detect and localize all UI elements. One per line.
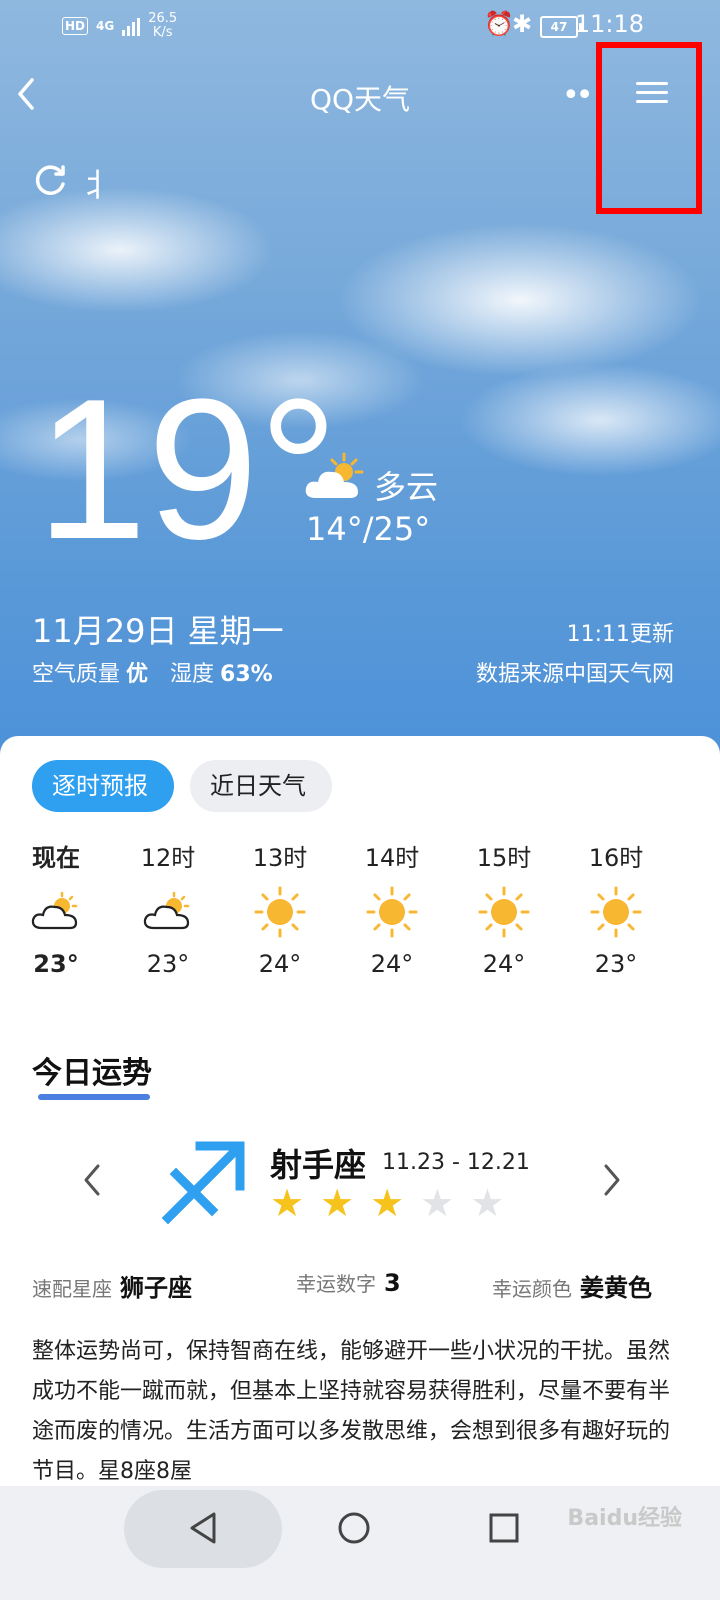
hd-indicator: HD: [62, 17, 89, 35]
watermark: Baidu经验: [567, 1506, 682, 1531]
square-recents-icon: [489, 1513, 519, 1543]
fortune-title: 今日运势: [32, 1056, 152, 1091]
data-source: 数据来源中国天气网: [475, 662, 674, 687]
current-date: 11月29日 星期一: [32, 612, 284, 650]
nav-home-button[interactable]: [334, 1508, 374, 1552]
network-speed: 26.5 K/s: [148, 12, 177, 40]
partly-cloudy-icon: [16, 882, 96, 942]
lucky-number-value: 3: [384, 1269, 401, 1297]
hour-label: 15时: [476, 844, 532, 872]
air-quality-value: 优: [126, 662, 149, 687]
battery-indicator: 47: [540, 16, 582, 38]
hour-temp: 23°: [146, 950, 190, 978]
sagittarius-icon: [160, 1138, 248, 1230]
air-quality-label: 空气质量: [32, 662, 121, 687]
hour-item: 15时 24°: [464, 838, 544, 978]
hour-item: 14时 24°: [352, 838, 432, 978]
circle-home-icon: [338, 1512, 370, 1544]
hour-label: 12时: [140, 844, 196, 872]
chevron-right-icon: [604, 1164, 620, 1196]
tab-recent[interactable]: 近日天气: [190, 760, 332, 812]
match-label: 速配星座: [32, 1277, 112, 1301]
sunny-icon: [352, 882, 432, 942]
speed-value: 26.5: [148, 11, 178, 26]
next-sign-button[interactable]: [600, 1160, 624, 1204]
hour-label: 14时: [364, 844, 420, 872]
partly-cloudy-icon: [128, 882, 208, 942]
battery-icon: 47: [540, 16, 582, 38]
zodiac-name: 射手座: [270, 1146, 367, 1184]
sunny-icon: [240, 882, 320, 942]
hour-temp: 23°: [33, 950, 79, 978]
star-icon: ★: [420, 1181, 455, 1225]
star-icon: ★: [270, 1181, 305, 1225]
lucky-color-value: 姜黄色: [580, 1274, 652, 1302]
hour-item: 12时 23°: [128, 838, 208, 978]
hour-label: 16时: [588, 844, 644, 872]
hour-temp: 24°: [370, 950, 414, 978]
nav-recents-button[interactable]: [484, 1508, 524, 1552]
lucky-color-label: 幸运颜色: [492, 1277, 572, 1301]
hour-item: 13时 24°: [240, 838, 320, 978]
chevron-left-icon: [84, 1164, 100, 1196]
lucky-number-label: 幸运数字: [296, 1272, 376, 1296]
rating-stars: ★ ★ ★ ★ ★: [270, 1184, 504, 1222]
zodiac-date-range: 11.23 - 12.21: [382, 1150, 530, 1175]
tab-hourly[interactable]: 逐时预报: [32, 760, 174, 812]
match-value: 狮子座: [120, 1274, 192, 1302]
match-sign: 速配星座 狮子座: [32, 1268, 192, 1303]
more-button[interactable]: ••: [562, 78, 593, 113]
current-temperature: 19°: [36, 358, 339, 581]
star-icon: ★: [320, 1181, 355, 1225]
speed-unit: K/s: [152, 25, 173, 40]
highlight-box: [596, 42, 702, 214]
prev-sign-button[interactable]: [80, 1160, 104, 1204]
hour-label: 13时: [252, 844, 308, 872]
title-underline: [38, 1094, 150, 1100]
hour-temp: 24°: [258, 950, 302, 978]
star-icon: ★: [470, 1181, 505, 1225]
humidity-value: 63%: [220, 662, 273, 687]
partly-cloudy-icon: [302, 452, 366, 508]
sunny-icon: [576, 882, 656, 942]
humidity-label: 湿度: [170, 662, 215, 687]
hour-item: 16时 23°: [576, 838, 656, 978]
signal-icon: [122, 16, 141, 36]
weather-condition: 多云: [374, 468, 439, 506]
refresh-icon[interactable]: [30, 160, 70, 209]
nav-back-button[interactable]: [184, 1508, 224, 1552]
triangle-back-icon: [190, 1512, 216, 1544]
bluetooth-icon: ✱: [512, 10, 533, 38]
hour-label: 现在: [32, 844, 80, 872]
temperature-range: 14°/25°: [306, 510, 431, 548]
alarm-icon: ⏰: [484, 10, 514, 38]
sunny-icon: [464, 882, 544, 942]
air-humidity-row: 空气质量优湿度 63%: [32, 656, 295, 688]
network-type: 4G: [96, 19, 115, 33]
star-icon: ★: [370, 1181, 405, 1225]
hour-temp: 23°: [594, 950, 638, 978]
status-bar-left: HD 4G 26.5 K/s: [62, 12, 177, 40]
lucky-color: 幸运颜色 姜黄色: [492, 1268, 652, 1303]
update-time: 11:11更新: [566, 622, 674, 647]
hour-temp: 24°: [482, 950, 526, 978]
fortune-description: 整体运势尚可，保持智商在线，能够避开一些小状况的干扰。虽然成功不能一蹴而就，但基…: [32, 1339, 671, 1484]
lucky-number: 幸运数字 3: [296, 1268, 401, 1297]
hourly-forecast[interactable]: 现在 23° 12时 23° 13时 24° 14时 24° 15时 24° 1…: [0, 838, 720, 998]
hour-item: 现在 23°: [16, 838, 96, 978]
status-time: 11:18: [574, 10, 644, 38]
